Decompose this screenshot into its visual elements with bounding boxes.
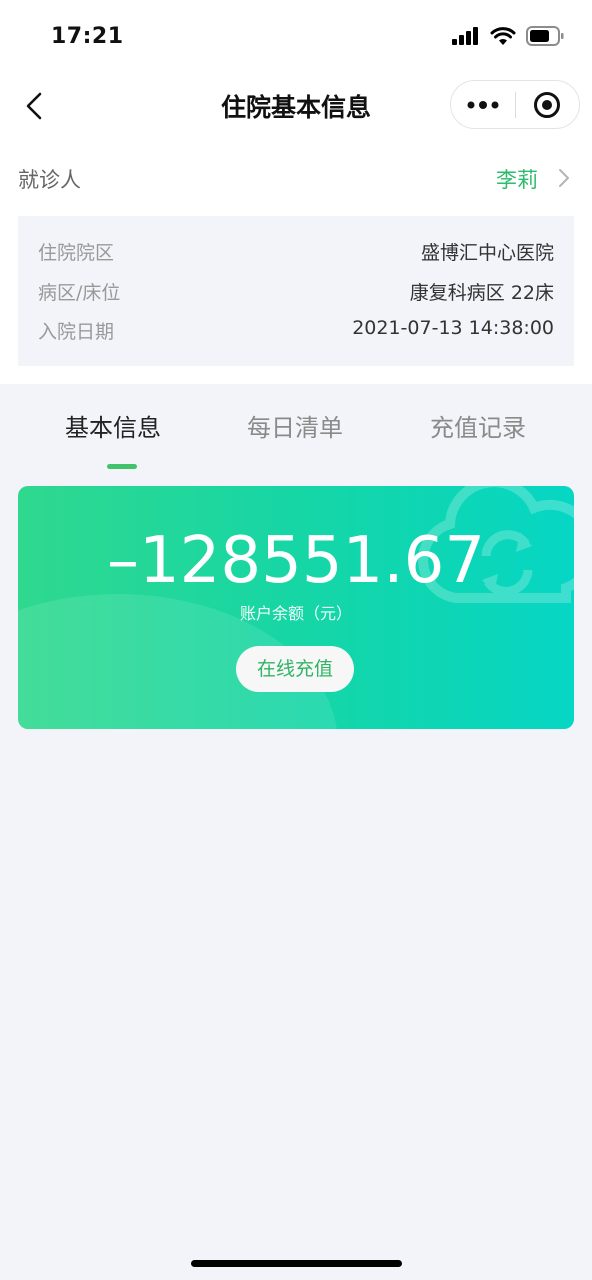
patient-selector[interactable]: 就诊人 李莉 [18,160,574,198]
status-icons [452,26,564,46]
info-value: 康复科病区 22床 [409,282,554,304]
online-topup-button[interactable]: 在线充值 [236,646,354,692]
info-row-campus: 住院院区 盛博汇中心医院 [38,238,554,266]
home-indicator [191,1260,402,1267]
info-label: 入院日期 [38,321,115,343]
info-label: 住院院区 [38,242,115,264]
active-tab-indicator [107,464,137,469]
account-balance: –128551.67 [106,524,486,598]
tab-bar: 基本信息 每日清单 充值记录 [0,384,592,472]
info-label: 病区/床位 [38,282,121,304]
tab-topup-records[interactable]: 充值记录 [403,408,553,443]
more-icon [467,100,499,109]
battery-icon [526,26,564,46]
wifi-icon [490,26,516,45]
close-mini-program-button[interactable] [516,80,579,129]
more-button[interactable] [451,80,515,129]
target-icon [534,91,561,118]
tab-daily-list[interactable]: 每日清单 [220,408,370,443]
admission-info: 住院院区 盛博汇中心医院 病区/床位 康复科病区 22床 入院日期 2021-0… [18,216,574,366]
info-value: 2021-07-13 14:38:00 [352,317,554,339]
mini-program-capsule [450,80,580,129]
chevron-right-icon [559,169,569,187]
info-row-ward-bed: 病区/床位 康复科病区 22床 [38,278,554,306]
tab-basic-info[interactable]: 基本信息 [38,408,188,443]
info-row-admission-date: 入院日期 2021-07-13 14:38:00 [38,317,554,345]
patient-name: 李莉 [496,168,538,192]
status-time: 17:21 [51,24,124,49]
info-value: 盛博汇中心医院 [420,242,554,264]
balance-label: 账户余额（元） [239,604,352,623]
header-area: 17:21 住院基本信息 就诊人 李莉 住院院区 盛博汇中心医院 病区/床位 康… [0,0,592,384]
signal-icon [452,27,478,45]
patient-label: 就诊人 [18,168,81,192]
balance-card: –128551.67 账户余额（元） 在线充值 [18,486,574,729]
